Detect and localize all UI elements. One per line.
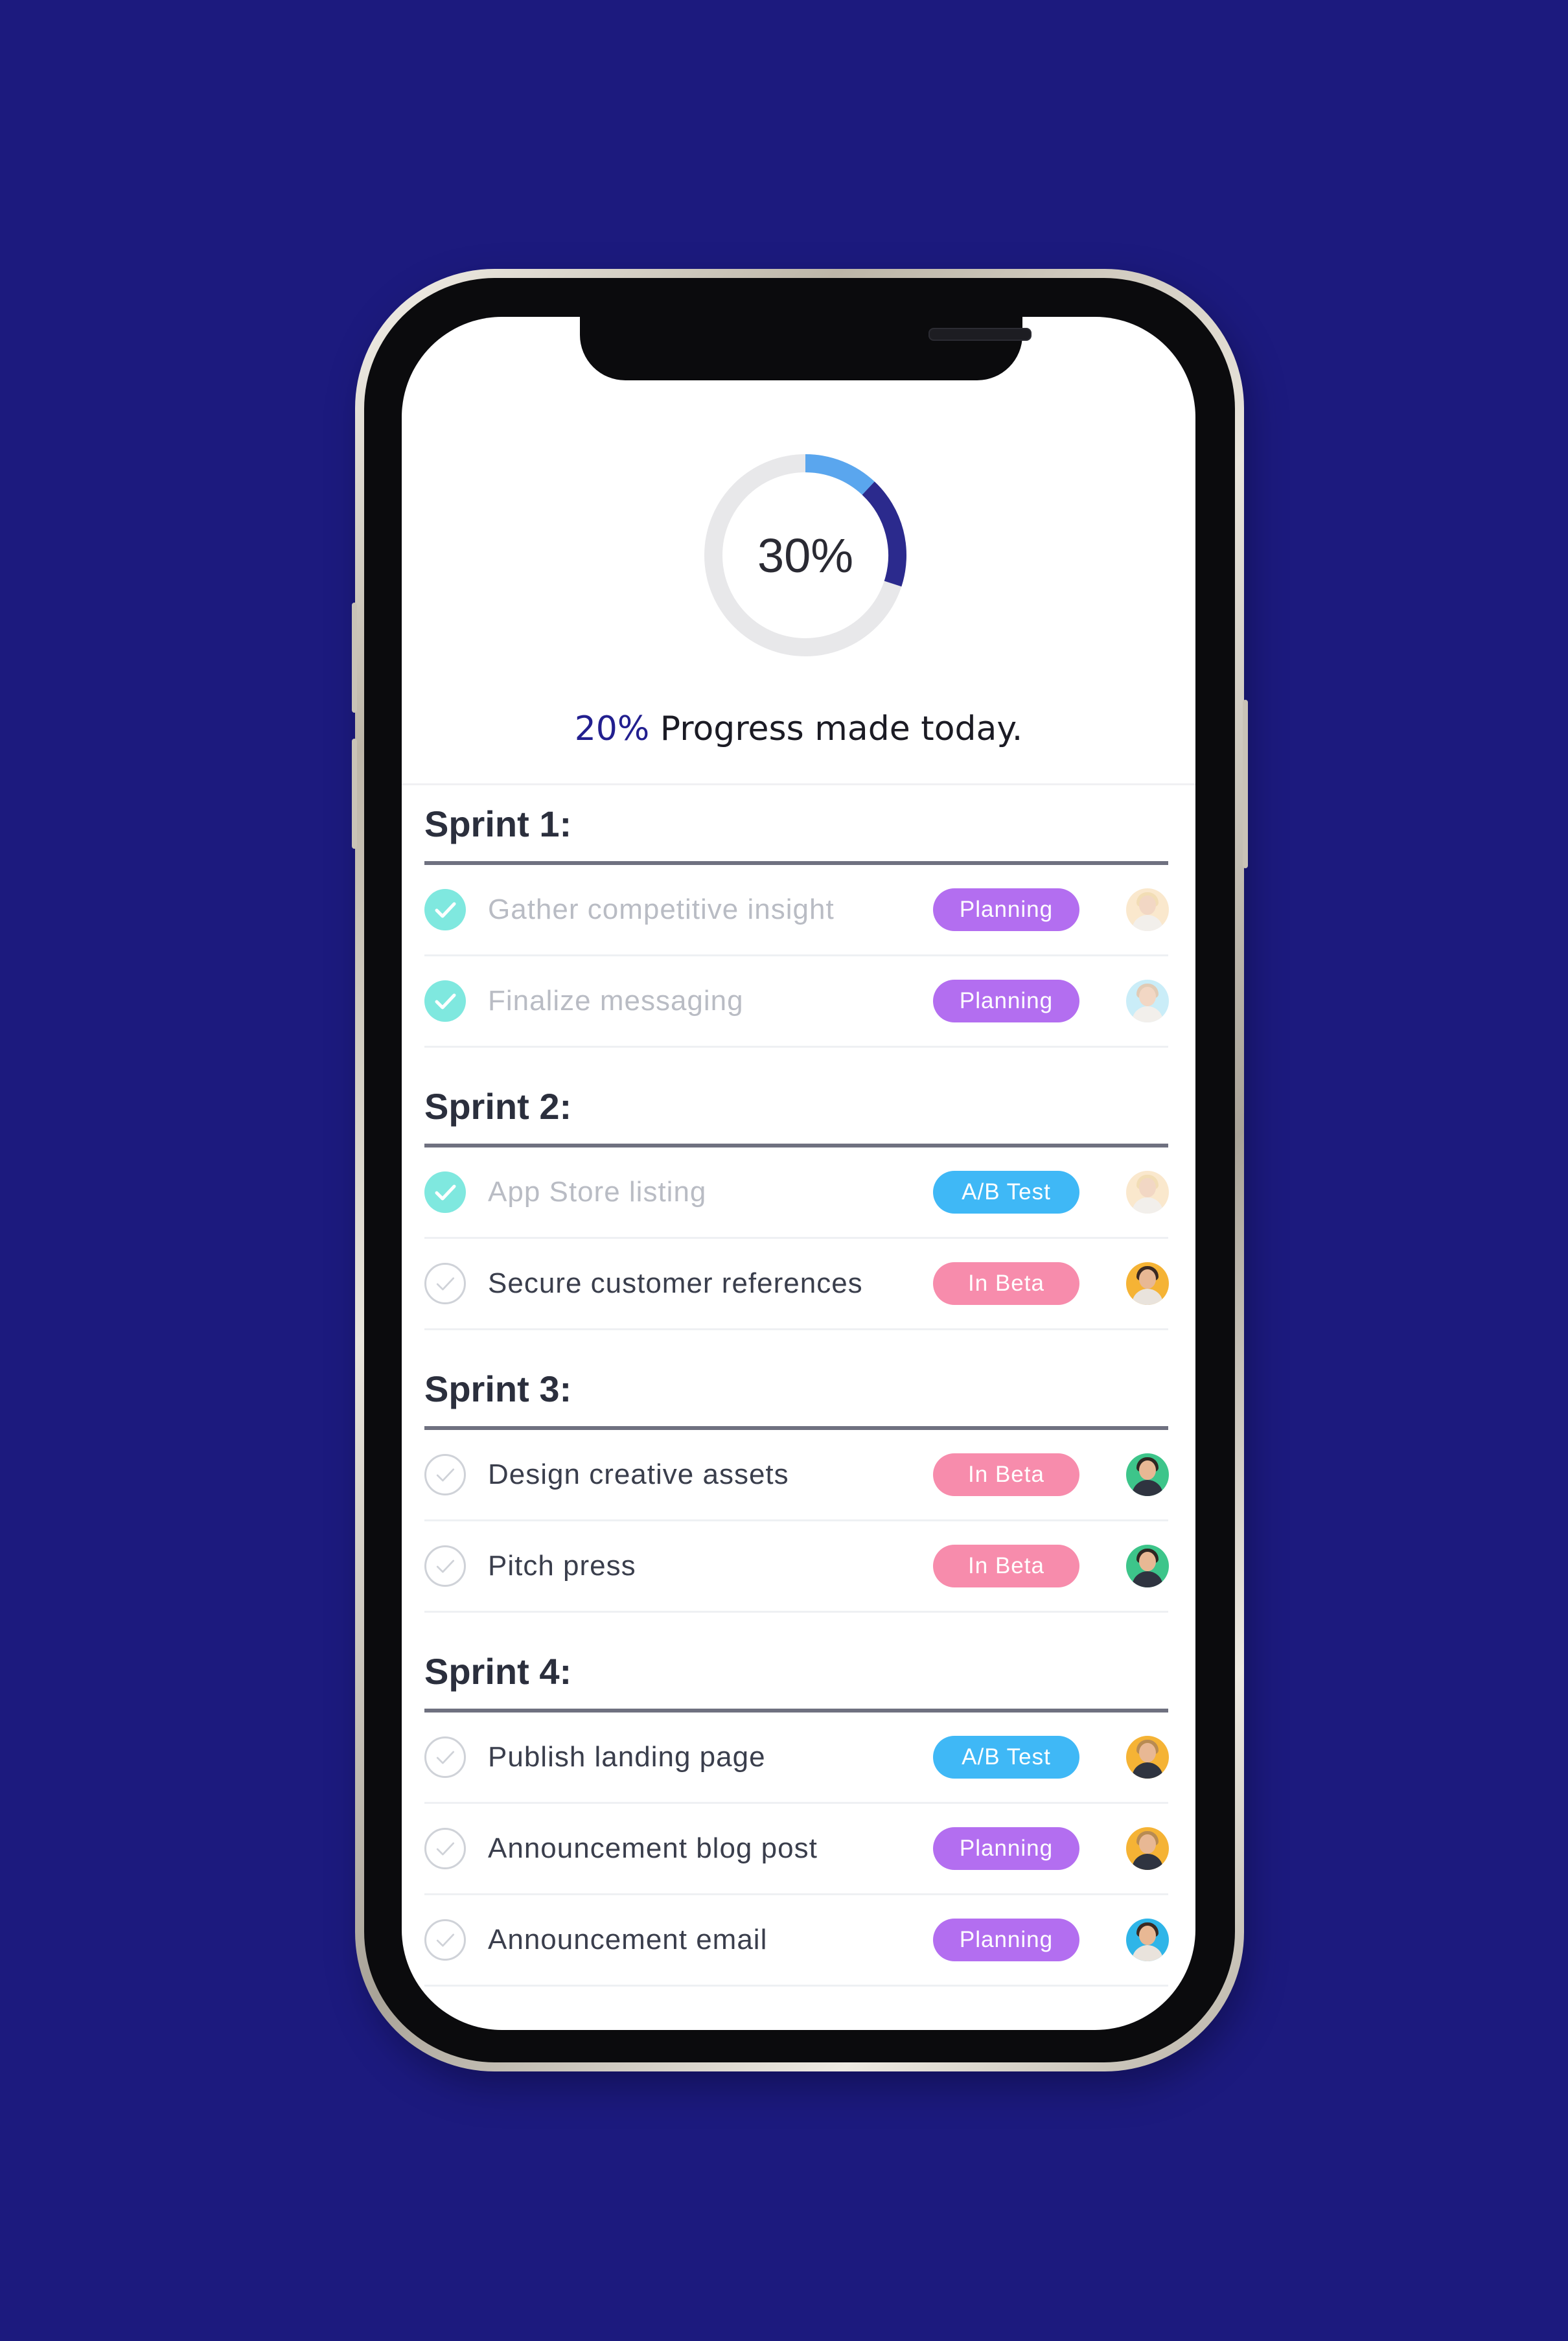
checkmark-todo-icon[interactable] [424,1454,466,1495]
task-row[interactable]: Announcement email Planning [424,1895,1169,1987]
task-label: Design creative assets [488,1459,789,1490]
volume-button [352,739,357,849]
avatar-man-blonde-icon[interactable] [1126,1827,1169,1870]
checkmark-todo-icon[interactable] [424,1263,466,1304]
checkmark-todo-icon[interactable] [424,1736,466,1778]
avatar-man-dark-icon[interactable] [1126,1545,1169,1587]
task-label: Secure customer references [488,1267,863,1299]
task-row[interactable]: Finalize messaging Planning [424,956,1169,1048]
status-badge[interactable]: Planning [933,1919,1079,1961]
sprint-title: Sprint 4: [424,1651,572,1692]
checkmark-done-icon[interactable] [424,1171,466,1213]
phone-screen: 30% 20% Progress made today. Sprint 1: Ga… [402,317,1195,2030]
progress-ring: 30% [702,452,909,659]
avatar-woman-dark-icon[interactable] [1126,1262,1169,1305]
task-label: Announcement email [488,1924,768,1955]
checkmark-todo-icon[interactable] [424,1828,466,1869]
task-row[interactable]: Design creative assets In Beta [424,1430,1169,1521]
task-label: Announcement blog post [488,1832,818,1864]
status-badge[interactable]: In Beta [933,1262,1079,1305]
status-badge[interactable]: In Beta [933,1545,1079,1587]
task-row[interactable]: Publish landing page A/B Test [424,1713,1169,1804]
checkmark-done-icon[interactable] [424,889,466,930]
avatar-woman-blonde-icon[interactable] [1126,1171,1169,1214]
sprint-title: Sprint 3: [424,1368,572,1409]
side-button [1243,700,1248,868]
status-badge[interactable]: A/B Test [933,1736,1079,1779]
sprint-title: Sprint 2: [424,1086,572,1127]
header-divider [402,783,1195,785]
task-row[interactable]: Gather competitive insight Planning [424,865,1169,956]
task-row[interactable]: Announcement blog post Planning [424,1804,1169,1895]
avatar-woman-blonde-icon[interactable] [1126,888,1169,931]
volume-button [352,603,357,713]
task-label: Publish landing page [488,1741,766,1773]
task-row[interactable]: App Store listing A/B Test [424,1147,1169,1239]
status-badge[interactable]: Planning [933,980,1079,1022]
task-label: Pitch press [488,1550,636,1582]
daily-progress-text: 20% Progress made today. [402,709,1195,748]
status-badge[interactable]: Planning [933,888,1079,931]
avatar-woman-dark-icon[interactable] [1126,1919,1169,1961]
daily-progress-label: Progress made today. [649,709,1023,748]
daily-progress-percent: 20% [574,709,650,748]
task-row[interactable]: Pitch press In Beta [424,1521,1169,1613]
status-badge[interactable]: In Beta [933,1453,1079,1496]
task-row[interactable]: Secure customer references In Beta [424,1239,1169,1330]
checkmark-todo-icon[interactable] [424,1545,466,1587]
avatar-woman-light-icon[interactable] [1126,980,1169,1022]
status-badge[interactable]: Planning [933,1827,1079,1870]
checkmark-done-icon[interactable] [424,980,466,1022]
speaker-grille [928,328,1032,341]
status-badge[interactable]: A/B Test [933,1171,1079,1214]
task-label: Finalize messaging [488,985,744,1017]
sprint-title: Sprint 1: [424,803,572,844]
avatar-man-blonde-icon[interactable] [1126,1736,1169,1779]
progress-ring-value: 30% [757,528,854,582]
avatar-man-dark-icon[interactable] [1126,1453,1169,1496]
notch [580,317,1032,380]
task-label: Gather competitive insight [488,894,835,925]
task-label: App Store listing [488,1176,707,1208]
checkmark-todo-icon[interactable] [424,1919,466,1961]
